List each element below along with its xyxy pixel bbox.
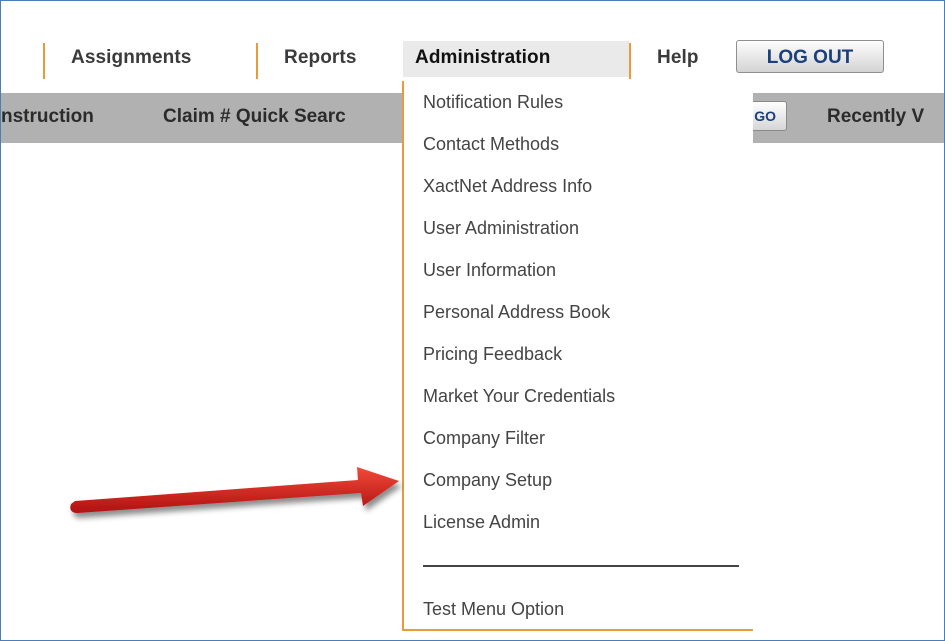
nav-help[interactable]: Help [657,47,699,69]
red-arrow-icon [70,467,399,513]
menu-item-pricing-feedback[interactable]: Pricing Feedback [423,344,562,365]
menu-item-market-your-credentials[interactable]: Market Your Credentials [423,386,615,407]
administration-dropdown-menu: Notification Rules Contact Methods XactN… [402,81,753,631]
menu-item-xactnet-address-info[interactable]: XactNet Address Info [423,176,592,197]
menu-item-user-information[interactable]: User Information [423,260,556,281]
nav-reports[interactable]: Reports [284,47,357,69]
menu-item-notification-rules[interactable]: Notification Rules [423,92,563,113]
nav-separator [256,43,258,79]
nav-administration[interactable]: Administration [403,41,629,77]
menu-item-test-menu-option[interactable]: Test Menu Option [423,599,564,620]
menu-divider [423,565,739,567]
logout-button[interactable]: LOG OUT [736,40,884,73]
menu-item-license-admin[interactable]: License Admin [423,512,540,533]
menu-item-company-filter[interactable]: Company Filter [423,428,545,449]
nav-separator [43,43,45,79]
menu-item-personal-address-book[interactable]: Personal Address Book [423,302,610,323]
menu-item-company-setup[interactable]: Company Setup [423,470,552,491]
claim-quick-search-label: Claim # Quick Searc [163,106,346,127]
nav-separator [629,43,631,79]
menu-item-user-administration[interactable]: User Administration [423,218,579,239]
recently-viewed-link[interactable]: Recently V [827,106,924,128]
toolbar-instruction-link[interactable]: nstruction [1,106,94,128]
nav-assignments[interactable]: Assignments [71,47,191,69]
app-frame: Assignments Reports Administration Help … [0,0,945,641]
menu-item-contact-methods[interactable]: Contact Methods [423,134,559,155]
